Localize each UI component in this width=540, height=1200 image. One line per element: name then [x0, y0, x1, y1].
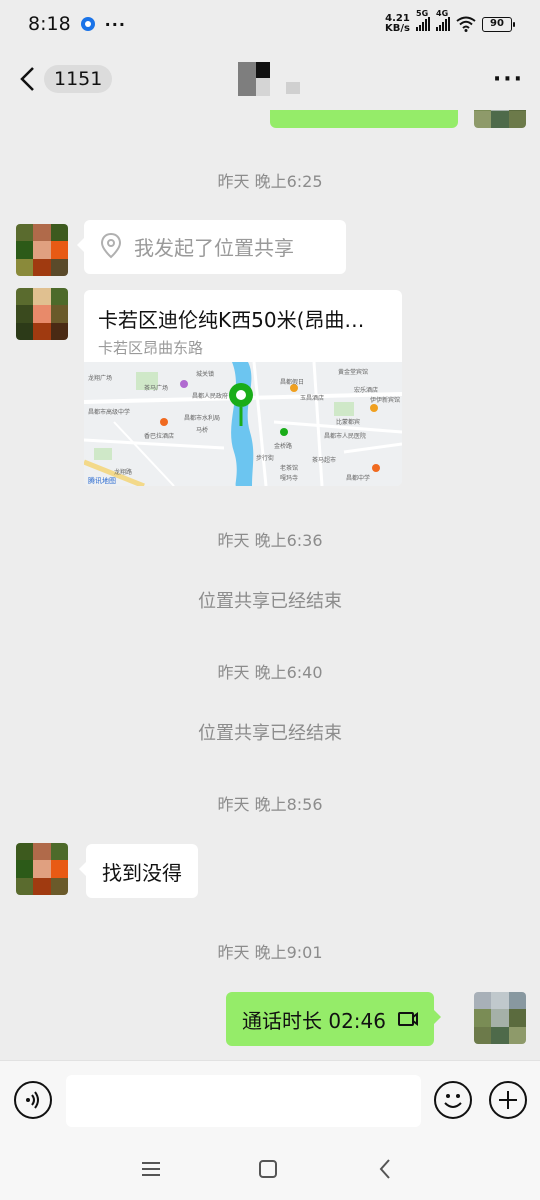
contact-avatar[interactable]	[16, 288, 68, 340]
battery-icon: 90	[482, 16, 515, 32]
svg-text:老茶馆: 老茶馆	[280, 464, 298, 472]
location-card-title: 卡若区迪伦纯K西50米(昂曲…	[98, 308, 365, 332]
system-message: 位置共享已经结束	[198, 723, 342, 744]
signal-5g-icon: 5G	[416, 9, 430, 31]
svg-text:茶马超市: 茶马超市	[312, 456, 336, 464]
svg-text:龙翔广场: 龙翔广场	[88, 374, 112, 382]
svg-text:香巴拉酒店: 香巴拉酒店	[144, 432, 174, 440]
menu-icon[interactable]	[138, 1156, 164, 1182]
svg-text:城关镇: 城关镇	[196, 370, 214, 378]
timestamp: 昨天 晚上9:01	[217, 943, 323, 962]
contact-avatar[interactable]	[16, 843, 68, 895]
svg-text:昌都假日: 昌都假日	[280, 378, 304, 386]
home-icon[interactable]	[255, 1156, 281, 1182]
system-message: 位置共享已经结束	[198, 591, 342, 612]
svg-text:比蒙都宾: 比蒙都宾	[336, 418, 360, 426]
svg-text:嘎玛寺: 嘎玛寺	[280, 474, 298, 482]
contact-avatar[interactable]	[16, 224, 68, 276]
back-icon[interactable]	[372, 1156, 398, 1182]
location-pin-icon	[100, 233, 122, 259]
chat-header: 1151 ···	[0, 48, 540, 110]
svg-text:宏乐酒店: 宏乐酒店	[354, 386, 378, 394]
svg-text:昌都市高级中学: 昌都市高级中学	[88, 408, 130, 416]
message-input-bar	[0, 1060, 540, 1140]
signal-4g-icon: 4G	[436, 9, 450, 31]
emoji-icon[interactable]	[434, 1081, 472, 1119]
status-time: 8:18	[28, 13, 71, 35]
svg-text:龙翔路: 龙翔路	[114, 468, 132, 476]
timestamp: 昨天 晚上6:40	[217, 663, 323, 682]
partial-sent-message[interactable]	[270, 110, 458, 128]
svg-text:伊伊新宾馆: 伊伊新宾馆	[370, 396, 400, 404]
svg-text:黄金堂宾馆: 黄金堂宾馆	[338, 368, 368, 376]
received-text-message[interactable]: 找到没得	[79, 844, 198, 898]
chat-history[interactable]: 昨天 晚上6:25 我发起了位置共享 卡若区迪伦纯K西50米(昂曲… 卡若区昂曲…	[0, 110, 540, 1060]
location-map-thumbnail[interactable]: 龙翔广场 茶马广场 城关镇 昌都市高级中学 黄金堂宾馆 昌都市水利局 昌都人民政…	[84, 361, 402, 486]
plus-icon[interactable]	[489, 1081, 527, 1119]
voice-icon[interactable]	[14, 1081, 52, 1119]
network-speed: 4.21 KB/s	[385, 13, 410, 34]
svg-text:昌都中学: 昌都中学	[346, 474, 370, 482]
svg-text:金桥路: 金桥路	[274, 442, 292, 450]
svg-text:玉昌酒店: 玉昌酒店	[300, 394, 324, 402]
status-bar: 8:18 ··· 4.21 KB/s 5G 4G 90	[0, 0, 540, 48]
timestamp: 昨天 晚上6:25	[217, 172, 323, 191]
wifi-icon	[456, 16, 476, 32]
svg-text:昌都市水利局: 昌都市水利局	[184, 414, 220, 422]
location-share-text: 我发起了位置共享	[134, 235, 294, 260]
location-card-address: 卡若区昂曲东路	[98, 339, 204, 357]
app-notification-icon	[80, 17, 95, 31]
map-graphic: 龙翔广场 茶马广场 城关镇 昌都市高级中学 黄金堂宾馆 昌都市水利局 昌都人民政…	[84, 361, 402, 486]
location-share-message[interactable]: 我发起了位置共享	[77, 220, 346, 274]
more-options-button[interactable]: ···	[493, 67, 524, 92]
svg-text:马桥: 马桥	[196, 426, 208, 434]
location-card[interactable]: 卡若区迪伦纯K西50米(昂曲… 卡若区昂曲东路 龙翔广场 茶马广场 城关镇 昌都…	[84, 290, 402, 486]
svg-text:昌都市人民医院: 昌都市人民医院	[324, 432, 366, 440]
svg-text:昌都人民政府: 昌都人民政府	[192, 392, 228, 400]
message-input[interactable]	[66, 1075, 421, 1127]
contact-name-redacted	[238, 62, 302, 96]
map-brand: 腾讯地图	[88, 476, 116, 485]
timestamp: 昨天 晚上8:56	[217, 795, 323, 814]
chevron-left-icon	[16, 65, 38, 93]
svg-text:步行街: 步行街	[256, 454, 274, 462]
phone-call-icon	[398, 1012, 418, 1026]
call-duration-message[interactable]: 通话时长 02:46	[226, 992, 441, 1046]
unread-count-badge: 1151	[44, 65, 113, 93]
my-avatar[interactable]	[474, 992, 526, 1044]
my-avatar-partial[interactable]	[474, 110, 526, 128]
status-more-icon: ···	[104, 14, 126, 34]
back-button[interactable]: 1151	[16, 65, 113, 93]
timestamp: 昨天 晚上6:36	[217, 531, 323, 550]
system-navigation-bar	[0, 1140, 540, 1200]
svg-text:茶马广场: 茶马广场	[144, 384, 168, 392]
